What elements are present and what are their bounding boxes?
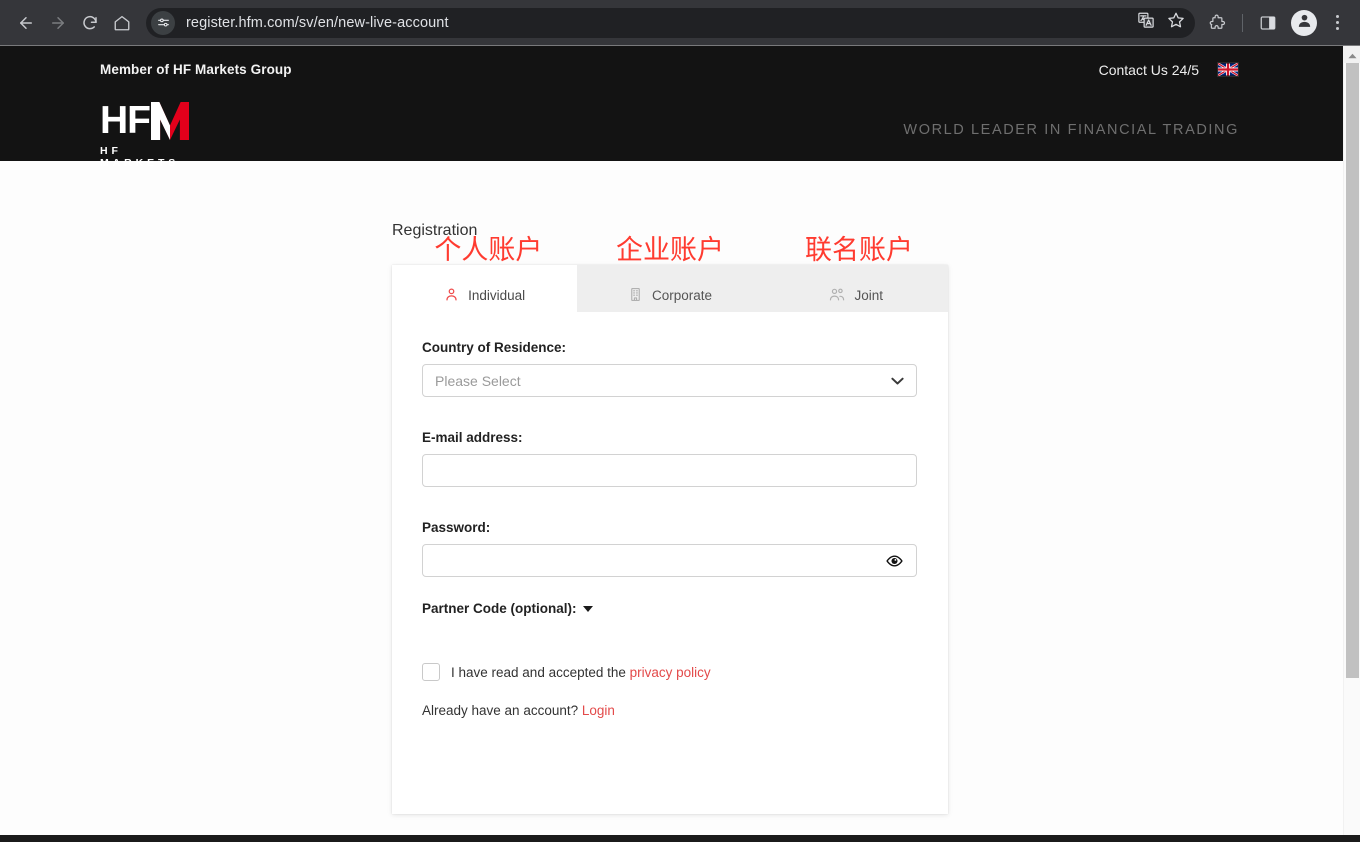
login-prompt-label: Already have an account?	[422, 703, 578, 718]
annotation-corporate: 企业账户	[616, 237, 724, 264]
eye-icon[interactable]	[886, 554, 903, 567]
partner-code-label: Partner Code (optional):	[422, 601, 577, 616]
chevron-down-icon	[891, 376, 904, 385]
member-text: Member of HF Markets Group	[100, 62, 292, 77]
scroll-up-button[interactable]	[1344, 46, 1360, 63]
forward-arrow-icon	[49, 14, 67, 32]
email-label: E-mail address:	[422, 430, 918, 445]
three-dot-menu-icon	[1336, 15, 1339, 18]
registration-form: Country of Residence: Please Select E-ma…	[392, 312, 948, 718]
country-select[interactable]: Please Select	[422, 364, 917, 397]
people-icon	[828, 287, 846, 302]
forward-button[interactable]	[42, 7, 74, 39]
login-link[interactable]: Login	[582, 703, 615, 718]
side-panel-icon	[1259, 14, 1277, 32]
contact-us-link[interactable]: Contact Us 24/5	[1099, 62, 1199, 78]
reload-button[interactable]	[74, 7, 106, 39]
site-settings-icon[interactable]	[151, 11, 175, 35]
tab-corporate-label: Corporate	[652, 289, 712, 303]
profile-button[interactable]	[1291, 10, 1317, 36]
registration-card: 个人账户 Individual 企业账户 Corporat	[392, 265, 948, 814]
hfm-logo[interactable]: HF HF MARKETS	[100, 102, 198, 169]
privacy-policy-link[interactable]: privacy policy	[630, 665, 711, 680]
person-icon	[444, 287, 459, 302]
tab-joint-label: Joint	[855, 289, 884, 303]
password-label: Password:	[422, 520, 918, 535]
chrome-menu-button[interactable]	[1324, 10, 1350, 36]
back-arrow-icon	[17, 14, 35, 32]
back-button[interactable]	[10, 7, 42, 39]
privacy-consent-row: I have read and accepted the privacy pol…	[422, 663, 918, 681]
url-text: register.hfm.com/sv/en/new-live-account	[186, 15, 449, 31]
partner-code-toggle[interactable]: Partner Code (optional):	[422, 601, 918, 616]
account-avatar-icon	[1296, 12, 1313, 34]
consent-text-label: I have read and accepted the	[451, 665, 626, 680]
window-bottom-bar	[0, 835, 1360, 842]
puzzle-icon	[1208, 14, 1226, 32]
account-type-tabs: 个人账户 Individual 企业账户 Corporat	[392, 265, 948, 312]
uk-flag-icon[interactable]	[1217, 62, 1239, 77]
email-input[interactable]	[422, 454, 917, 487]
home-icon	[113, 14, 131, 32]
scrollbar-thumb[interactable]	[1346, 63, 1359, 678]
page-viewport: Member of HF Markets Group Contact Us 24…	[0, 46, 1360, 835]
reload-icon	[81, 14, 99, 32]
country-label: Country of Residence:	[422, 340, 918, 355]
tab-corporate[interactable]: 企业账户 Corporate	[577, 265, 762, 312]
tab-individual[interactable]: 个人账户 Individual	[392, 265, 577, 312]
consent-text: I have read and accepted the privacy pol…	[451, 665, 711, 680]
browser-toolbar: register.hfm.com/sv/en/new-live-account	[0, 0, 1360, 45]
toolbar-divider	[1242, 14, 1243, 32]
translate-icon[interactable]	[1137, 11, 1155, 34]
scroll-up-arrow-icon	[1348, 46, 1357, 64]
country-selected-value: Please Select	[435, 373, 521, 389]
header-tagline: WORLD LEADER IN FINANCIAL TRADING	[903, 122, 1239, 138]
annotation-individual: 个人账户	[434, 237, 542, 264]
bookmark-star-icon[interactable]	[1167, 11, 1185, 34]
tab-individual-label: Individual	[468, 289, 525, 303]
logo-hf-text: HF	[100, 102, 150, 140]
extensions-button[interactable]	[1201, 7, 1233, 39]
home-button[interactable]	[106, 7, 138, 39]
page-scrollbar[interactable]	[1343, 46, 1360, 835]
address-bar[interactable]: register.hfm.com/sv/en/new-live-account	[146, 8, 1195, 38]
side-panel-button[interactable]	[1252, 7, 1284, 39]
chrome-actions	[1201, 7, 1350, 39]
privacy-policy-checkbox[interactable]	[422, 663, 440, 681]
annotation-joint: 联名账户	[805, 237, 913, 264]
password-input[interactable]	[422, 544, 917, 577]
logo-m-mark	[151, 102, 189, 140]
logo-subtitle: HF MARKETS	[100, 145, 198, 169]
login-row: Already have an account? Login	[422, 703, 918, 718]
building-icon	[628, 287, 643, 302]
tab-joint[interactable]: 联名账户 Joint	[763, 265, 948, 312]
caret-down-icon	[583, 606, 593, 612]
site-header: Member of HF Markets Group Contact Us 24…	[0, 46, 1343, 161]
